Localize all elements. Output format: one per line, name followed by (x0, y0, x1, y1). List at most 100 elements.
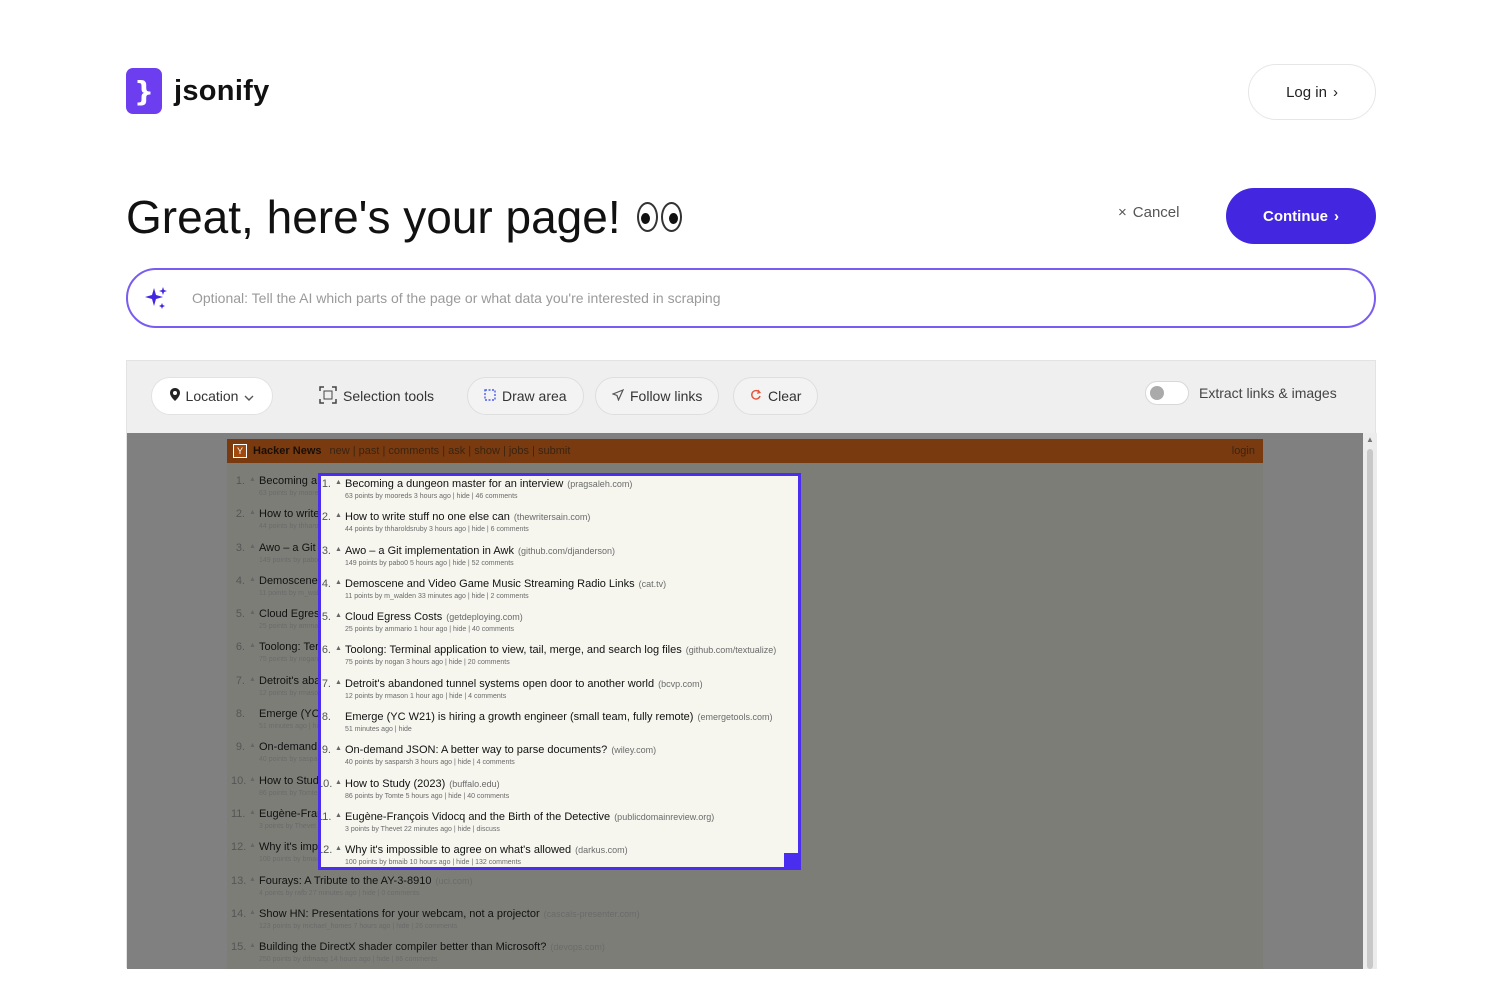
upvote-arrow-icon[interactable]: ▲ (335, 679, 342, 686)
hn-story-row: 10.▲How to Study (2023)(buffalo.edu) 86 p… (318, 774, 798, 807)
hn-story-site[interactable]: (pragsaleh.com) (567, 479, 632, 489)
upvote-arrow-icon[interactable]: ▲ (249, 809, 256, 816)
hn-story-row: 6. ▲Toolong: Terminal application to view… (321, 640, 798, 673)
selection-box[interactable]: 1. ▲ Becoming a dungeon master for an inte… (318, 473, 801, 870)
hn-story-title[interactable]: Awo – a Git implementation in Awk(github… (345, 545, 615, 557)
ai-prompt-input[interactable] (192, 290, 1292, 306)
sparkles-icon (142, 284, 170, 312)
upvote-arrow-icon[interactable]: ▲ (249, 676, 256, 683)
hn-story-site[interactable]: (cat.tv) (639, 579, 667, 589)
hn-rank: 7. (321, 677, 331, 690)
upvote-arrow-icon[interactable]: ▲ (249, 476, 256, 483)
hn-story-site[interactable]: (getdeploying.com) (446, 612, 523, 622)
upvote-arrow-icon[interactable]: ▲ (335, 779, 342, 786)
hn-story-site[interactable]: (buffalo.edu) (449, 779, 499, 789)
hn-rank: 15. (231, 941, 247, 954)
hn-story-site[interactable]: (wiley.com) (611, 745, 656, 755)
hn-story-title[interactable]: Toolong: Terminal application to view, t… (345, 644, 776, 656)
preview-toolbar: Location Selection tools Draw area Follo… (127, 361, 1377, 433)
hn-story-title[interactable]: Cloud Egress Costs(getdeploying.com) (345, 611, 523, 623)
upvote-arrow-icon[interactable]: ▲ (249, 742, 256, 749)
hn-story-title[interactable]: Why it's impossible to agree on what's a… (345, 844, 628, 856)
hn-story-site[interactable]: (github.com/textualize) (686, 645, 777, 655)
selection-resize-handle[interactable] (784, 853, 798, 867)
upvote-arrow-icon[interactable]: ▲ (335, 546, 342, 553)
page-title-text: Great, here's your page! (126, 191, 621, 243)
hn-story-site[interactable]: (devops.com) (550, 942, 605, 952)
hn-story-site[interactable]: (github.com/djanderson) (518, 546, 615, 556)
follow-links-button[interactable]: Follow links (595, 377, 720, 415)
hn-story-row: 14. ▲ Show HN: Presentations for your webc… (227, 904, 1263, 937)
upvote-arrow-icon[interactable]: ▲ (249, 776, 256, 783)
extract-links-images-toggle[interactable] (1145, 381, 1189, 405)
hn-story-title[interactable]: How to write stuff no one else can(thewr… (345, 511, 590, 523)
hn-rank: 5. (321, 611, 331, 624)
hn-story-row: 13. ▲ Fourays: A Tribute to the AY-3-8910(… (227, 871, 1263, 904)
hn-rank: 11. (318, 810, 332, 823)
upvote-arrow-icon[interactable]: ▲ (335, 645, 342, 652)
cancel-button[interactable]: × Cancel (1118, 204, 1179, 221)
upvote-arrow-icon[interactable]: ▲ (249, 576, 256, 583)
upvote-arrow-icon[interactable]: ▲ (335, 812, 342, 819)
cancel-label: Cancel (1132, 204, 1180, 221)
continue-button[interactable]: Continue › (1226, 188, 1376, 244)
hn-story-title[interactable]: Show HN: Presentations for your webcam, … (259, 908, 640, 920)
hn-nav-links[interactable]: new | past | comments | ask | show | job… (330, 445, 571, 457)
upvote-arrow-icon[interactable]: ▲ (335, 612, 342, 619)
page-preview-viewport[interactable]: Y Hacker News new | past | comments | as… (127, 433, 1363, 969)
scroll-up-arrow-icon[interactable]: ▲ (1366, 435, 1374, 444)
upvote-arrow-icon[interactable]: ▲ (249, 876, 256, 883)
cursor-click-icon (611, 388, 625, 404)
hn-story-title[interactable]: Demoscene and Video Game Music Streaming… (345, 578, 666, 590)
hn-story-site[interactable]: (publicdomainreview.org) (614, 812, 714, 822)
upvote-arrow-icon[interactable]: ▲ (249, 509, 256, 516)
upvote-arrow-icon[interactable]: ▲ (249, 642, 256, 649)
location-dropdown[interactable]: Location (151, 377, 273, 415)
upvote-arrow-icon[interactable]: ▲ (249, 909, 256, 916)
upvote-arrow-icon[interactable]: ▲ (249, 842, 256, 849)
hn-rank: 3. (321, 544, 331, 557)
upvote-arrow-icon[interactable]: ▲ (335, 579, 342, 586)
hn-story-title[interactable]: Detroit's abandoned tunnel systems open … (345, 678, 703, 690)
hn-rank: 10. (318, 777, 333, 790)
jsonify-logo[interactable]: } jsonify (126, 68, 270, 114)
eyes-emoji-icon (636, 202, 682, 232)
hn-story-site[interactable]: (uci.com) (435, 876, 472, 886)
hn-story-title[interactable]: How to Study (2023)(buffalo.edu) (345, 778, 500, 790)
upvote-arrow-icon[interactable]: ▲ (335, 745, 342, 752)
hn-story-subtext: 250 points by ddmaag 14 hours ago | hide… (259, 956, 438, 964)
ai-prompt-field[interactable] (126, 268, 1376, 328)
login-button[interactable]: Log in › (1248, 64, 1376, 120)
draw-area-button[interactable]: Draw area (467, 377, 584, 415)
scroll-thumb[interactable] (1367, 449, 1373, 969)
clear-button[interactable]: Clear (733, 377, 819, 415)
hn-login-link[interactable]: login (1232, 445, 1255, 457)
hn-story-site[interactable]: (darkus.com) (575, 845, 628, 855)
hn-story-site[interactable]: (emergetools.com) (697, 712, 772, 722)
hn-story-row: 2. ▲How to write stuff no one else can(th… (321, 507, 798, 540)
upvote-arrow-icon[interactable]: ▲ (335, 845, 342, 852)
hn-story-title[interactable]: Becoming a dungeon master for an intervi… (345, 478, 632, 490)
upvote-arrow-icon[interactable]: ▲ (335, 512, 342, 519)
hn-story-title[interactable]: On-demand JSON: A better way to parse do… (345, 744, 656, 756)
hn-story-row: 15. ▲ Building the DirectX shader compiler… (227, 937, 1263, 969)
hn-story-title[interactable]: Emerge (YC W21) is hiring a growth engin… (345, 711, 773, 723)
hacker-news-page: Y Hacker News new | past | comments | as… (227, 439, 1263, 969)
hn-story-site[interactable]: (bcvp.com) (658, 679, 703, 689)
hn-story-title[interactable]: Eugène-François Vidocq and the Birth of … (345, 811, 714, 823)
preview-scrollbar[interactable]: ▲ (1363, 433, 1377, 969)
upvote-arrow-icon[interactable]: ▲ (249, 543, 256, 550)
hn-story-title[interactable]: Fourays: A Tribute to the AY-3-8910 (uci.… (259, 875, 472, 887)
selection-tools-label: Selection tools (319, 377, 434, 415)
hn-story-title[interactable]: Building the DirectX shader compiler bet… (259, 941, 605, 953)
hn-story-site[interactable]: (thewritersain.com) (514, 512, 591, 522)
map-pin-icon (169, 388, 180, 404)
upvote-arrow-icon[interactable]: ▲ (249, 609, 256, 616)
hn-story-subtext: 12 points by rmason 1 hour ago | hide | … (345, 692, 507, 700)
logo-text: jsonify (174, 74, 270, 107)
upvote-arrow-icon[interactable]: ▲ (335, 479, 342, 486)
page-title: Great, here's your page! (126, 190, 682, 244)
hn-story-site[interactable]: (cascals-presenter.com) (544, 909, 640, 919)
hn-rank: 12. (231, 841, 247, 854)
upvote-arrow-icon[interactable]: ▲ (249, 942, 256, 949)
